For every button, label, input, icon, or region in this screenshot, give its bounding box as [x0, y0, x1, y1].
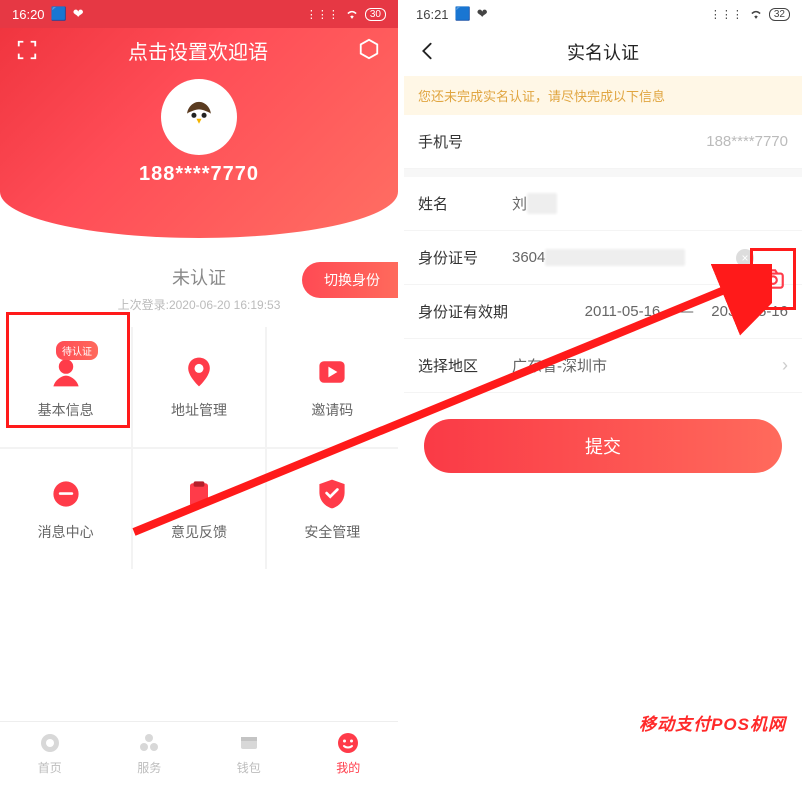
validity-end: 2031-05-16	[711, 303, 788, 320]
name-label: 姓名	[418, 193, 504, 214]
page-header: 实名认证	[404, 28, 802, 76]
watermark-text: 移动支付POS机网	[639, 710, 786, 735]
settings-hex-icon[interactable]	[358, 38, 382, 62]
nav-label: 钱包	[237, 759, 261, 776]
statusbar-time: 16:20	[12, 7, 45, 22]
statusbar-left: 16:20 🟦 ❤ ⋮⋮⋮ 30	[0, 0, 398, 28]
phone-label: 手机号	[418, 131, 504, 152]
tile-label: 消息中心	[38, 522, 94, 542]
region-label: 选择地区	[418, 355, 504, 376]
row-validity[interactable]: 身份证有效期 2011-05-16 — 2031-05-16	[404, 285, 802, 339]
notice-bar: 您还未完成实名认证，请尽快完成以下信息	[404, 76, 802, 115]
nav-home[interactable]: 首页	[0, 722, 100, 785]
row-id-number[interactable]: 身份证号 3604XXXXXXXXXXXXXX ×	[404, 231, 802, 285]
phone-auth-screen: 16:21 🟦 ❤ ⋮⋮⋮ 32 实名认证 您还未完成实名认证，请尽快完成以下信…	[404, 0, 802, 785]
tile-label: 邀请码	[311, 400, 353, 420]
battery-indicator: 30	[365, 8, 386, 21]
statusbar-heart-icon: ❤	[73, 6, 84, 22]
row-name[interactable]: 姓名 刘某某	[404, 177, 802, 231]
profile-header: 点击设置欢迎语 188****7770	[0, 28, 398, 238]
tile-messages[interactable]: 消息中心	[0, 449, 131, 569]
validity-start: 2011-05-16	[585, 303, 661, 320]
validity-label: 身份证有效期	[418, 301, 508, 322]
signal-icon: ⋮⋮⋮	[710, 8, 743, 21]
share-arrow-icon	[314, 354, 350, 390]
pending-badge: 待认证	[56, 341, 98, 360]
location-pin-icon	[181, 354, 217, 390]
profile-menu-grid: 待认证 基本信息 地址管理 邀请码	[0, 327, 398, 569]
phone-profile-screen: 16:20 🟦 ❤ ⋮⋮⋮ 30 点击设置欢迎语	[0, 0, 398, 785]
id-value: 3604XXXXXXXXXXXXXX	[504, 249, 728, 266]
shield-check-icon	[314, 476, 350, 512]
smile-icon	[336, 731, 360, 755]
statusbar-app-icon: 🟦	[455, 6, 471, 22]
wallet-icon	[237, 731, 261, 755]
nav-service[interactable]: 服务	[100, 722, 200, 785]
validity-range: 2011-05-16 — 2031-05-16	[585, 303, 788, 320]
page-title: 实名认证	[567, 39, 639, 65]
scan-icon[interactable]	[16, 39, 38, 61]
validity-sep: —	[678, 303, 693, 320]
bottom-nav: 首页 服务 钱包 我的	[0, 721, 398, 785]
coin-icon	[38, 731, 62, 755]
battery-indicator: 32	[769, 8, 790, 21]
avatar[interactable]	[161, 79, 237, 155]
tile-label: 地址管理	[171, 400, 227, 420]
tile-label: 安全管理	[304, 522, 360, 542]
tile-feedback[interactable]: 意见反馈	[133, 449, 264, 569]
chevron-right-icon: ›	[782, 355, 788, 376]
nav-mine[interactable]: 我的	[299, 722, 399, 785]
statusbar-time: 16:21	[416, 7, 449, 22]
cluster-icon	[137, 731, 161, 755]
wifi-icon	[749, 7, 763, 22]
statusbar-heart-icon: ❤	[477, 6, 488, 22]
nav-label: 我的	[336, 759, 360, 776]
statusbar-right: 16:21 🟦 ❤ ⋮⋮⋮ 32	[404, 0, 802, 28]
submit-button[interactable]: 提交	[424, 419, 782, 473]
phone-value: 188****7770	[504, 133, 788, 150]
tile-basic-info[interactable]: 待认证 基本信息	[0, 327, 131, 447]
wifi-icon	[345, 7, 359, 22]
row-region[interactable]: 选择地区 广东省-深圳市 ›	[404, 339, 802, 393]
nav-label: 首页	[38, 759, 62, 776]
nav-wallet[interactable]: 钱包	[199, 722, 299, 785]
id-label: 身份证号	[418, 247, 504, 268]
message-icon	[48, 476, 84, 512]
tile-security[interactable]: 安全管理	[267, 449, 398, 569]
profile-phone: 188****7770	[0, 163, 398, 186]
last-login-text: 上次登录:2020-06-20 16:19:53	[16, 296, 382, 313]
name-value: 刘某某	[504, 193, 788, 214]
nav-label: 服务	[137, 759, 161, 776]
tile-label: 基本信息	[38, 400, 94, 420]
feedback-icon	[181, 476, 217, 512]
tile-address[interactable]: 地址管理	[133, 327, 264, 447]
statusbar-app-icon: 🟦	[51, 6, 67, 22]
welcome-text[interactable]: 点击设置欢迎语	[128, 36, 268, 65]
switch-identity-button[interactable]: 切换身份	[302, 262, 398, 298]
clear-icon[interactable]: ×	[736, 249, 754, 267]
back-arrow-icon[interactable]	[416, 40, 438, 62]
signal-icon: ⋮⋮⋮	[306, 8, 339, 21]
row-phone: 手机号 188****7770	[404, 115, 802, 169]
camera-icon[interactable]	[756, 262, 790, 296]
tile-invite-code[interactable]: 邀请码	[267, 327, 398, 447]
region-value: 广东省-深圳市	[504, 355, 776, 376]
auth-status-block: 未认证 上次登录:2020-06-20 16:19:53 切换身份	[0, 238, 398, 327]
tile-label: 意见反馈	[171, 522, 227, 542]
